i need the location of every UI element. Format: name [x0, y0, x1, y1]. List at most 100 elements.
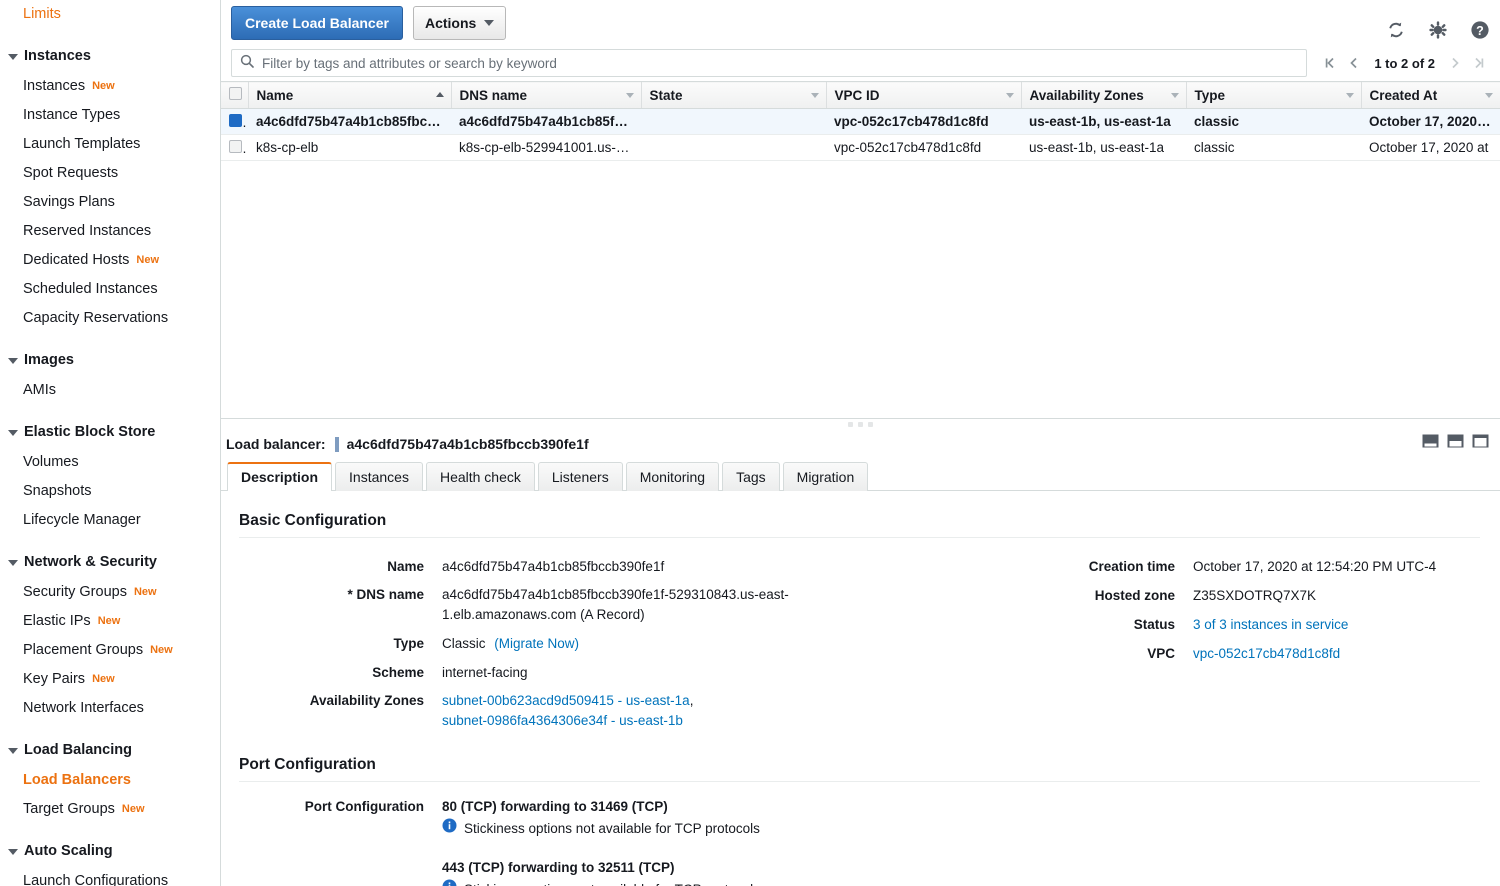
help-icon[interactable]: ?	[1470, 20, 1490, 45]
load-balancer-table: Name DNS name State VPC ID Availability Zone…	[221, 81, 1500, 161]
refresh-icon[interactable]	[1386, 20, 1406, 45]
sidebar-item-key-pairs[interactable]: Key Pairs New	[0, 665, 220, 694]
sidebar-item-dedicated-hosts[interactable]: Dedicated Hosts New	[0, 246, 220, 275]
vpc-link[interactable]: vpc-052c17cb478d1c8fd	[1193, 646, 1340, 661]
panel-splitter[interactable]	[221, 418, 1500, 430]
status-value: 3 of 3 instances in service	[1193, 610, 1436, 639]
column-header-label: Availability Zones	[1029, 87, 1144, 103]
sidebar-item-savings-plans[interactable]: Savings Plans	[0, 188, 220, 217]
column-header-state[interactable]: State	[640, 81, 826, 109]
tab-tags[interactable]: Tags	[722, 462, 780, 491]
prev-page-icon[interactable]	[1345, 56, 1363, 70]
availability-zones-key: Availability Zones	[309, 693, 424, 708]
column-header-vpc-id[interactable]: VPC ID	[825, 81, 1021, 109]
port-configuration-title: Port Configuration	[239, 756, 376, 773]
layout-bottom-large-icon[interactable]	[1472, 434, 1489, 453]
cell-dns-name: k8s-cp-elb-529941001.us-ea…	[451, 134, 641, 161]
sidebar-group-auto-scaling[interactable]: Auto Scaling	[0, 836, 220, 867]
row-checkbox[interactable]	[229, 113, 242, 127]
subnet-link-2[interactable]: subnet-0986fa4364306e34f - us-east-1b	[442, 713, 683, 728]
table-row[interactable]: a4c6dfd75b47a4b1cb85fbcc… a4c6dfd75b47a4b…	[221, 108, 1500, 135]
column-header-type[interactable]: Type	[1185, 81, 1361, 109]
sidebar-item-spot-requests[interactable]: Spot Requests	[0, 159, 220, 188]
actions-button[interactable]: Actions	[412, 5, 507, 40]
sidebar: Limits Instances Instances New Instance Typ…	[0, 0, 221, 886]
info-icon	[442, 818, 457, 840]
sidebar-item-label: Reserved Instances	[23, 223, 152, 239]
table-row[interactable]: k8s-cp-elb k8s-cp-elb-529941001.us-ea… vpc…	[221, 134, 1500, 161]
detail-header-marker	[334, 436, 339, 452]
type-text: Classic	[442, 636, 486, 651]
subnet-link-1[interactable]: subnet-00b623acd9d509415 - us-east-1a	[442, 693, 690, 708]
table-header-row: Name DNS name State VPC ID Availability Zone…	[221, 81, 1500, 109]
column-header-label: Created At	[1369, 87, 1438, 103]
sidebar-item-snapshots[interactable]: Snapshots	[0, 477, 220, 506]
status-link[interactable]: 3 of 3 instances in service	[1193, 617, 1348, 632]
sidebar-group-load-balancing[interactable]: Load Balancing	[0, 735, 220, 766]
last-page-icon[interactable]	[1470, 56, 1488, 70]
tab-description[interactable]: Description	[227, 462, 333, 491]
cell-name: k8s-cp-elb	[248, 134, 451, 161]
select-all-header[interactable]	[221, 81, 248, 109]
sidebar-group-elastic-block-store[interactable]: Elastic Block Store	[0, 417, 220, 448]
sidebar-item-placement-groups[interactable]: Placement Groups New	[0, 636, 220, 665]
tab-instances[interactable]: Instances	[335, 462, 423, 491]
name-value: a4c6dfd75b47a4b1cb85fbccb390fe1f	[442, 559, 665, 574]
tab-migration[interactable]: Migration	[782, 462, 869, 491]
az-comma: ,	[689, 693, 694, 708]
gear-icon[interactable]	[1428, 20, 1448, 45]
first-page-icon[interactable]	[1321, 56, 1339, 70]
sidebar-item-lifecycle-manager[interactable]: Lifecycle Manager	[0, 506, 220, 535]
sidebar-item-elastic-ips[interactable]: Elastic IPs New	[0, 607, 220, 636]
sidebar-item-volumes[interactable]: Volumes	[0, 448, 220, 477]
grip-dot-icon	[868, 422, 873, 427]
cell-availability-zones: us-east-1b, us-east-1a	[1021, 108, 1186, 135]
sidebar-item-amis[interactable]: AMIs	[0, 376, 220, 405]
sidebar-item-launch-templates[interactable]: Launch Templates	[0, 130, 220, 159]
sort-ascending-icon	[435, 92, 444, 97]
column-header-name[interactable]: Name	[247, 81, 451, 109]
select-all-checkbox[interactable]	[229, 87, 242, 100]
sidebar-item-instance-types[interactable]: Instance Types	[0, 101, 220, 130]
column-header-created-at[interactable]: Created At	[1360, 81, 1500, 109]
search-input[interactable]: Filter by tags and attributes or search …	[231, 49, 1308, 77]
create-load-balancer-button[interactable]: Create Load Balancer	[231, 5, 403, 40]
sidebar-item-launch-configurations[interactable]: Launch Configurations	[0, 867, 220, 886]
caret-down-icon	[8, 848, 18, 855]
sidebar-item-target-groups[interactable]: Target Groups New	[0, 795, 220, 824]
sidebar-item-reserved-instances[interactable]: Reserved Instances	[0, 217, 220, 246]
sidebar-item-load-balancers[interactable]: Load Balancers	[0, 766, 220, 795]
sidebar-item-security-groups[interactable]: Security Groups New	[0, 578, 220, 607]
sidebar-item-capacity-reservations[interactable]: Capacity Reservations	[0, 304, 220, 333]
sidebar-item-scheduled-instances[interactable]: Scheduled Instances	[0, 275, 220, 304]
column-header-availability-zones[interactable]: Availability Zones	[1020, 81, 1186, 109]
sidebar-group-label: Network & Security	[24, 554, 157, 570]
migrate-now-link[interactable]: (Migrate Now)	[494, 636, 579, 651]
tab-health-check[interactable]: Health check	[425, 462, 535, 491]
sidebar-item-label: Volumes	[23, 454, 79, 470]
sidebar-item-network-interfaces[interactable]: Network Interfaces	[0, 694, 220, 723]
stickiness-note-text: Stickiness options not available for TCP…	[464, 821, 760, 836]
cell-type: classic	[1186, 134, 1361, 161]
basic-config-right-keys: Creation time Hosted zone Status VPC	[1075, 552, 1175, 735]
sidebar-group-images[interactable]: Images	[0, 345, 220, 376]
row-select-cell[interactable]	[221, 134, 248, 161]
sidebar-item-instances[interactable]: Instances New	[0, 72, 220, 101]
detail-header-label: Load balancer:	[226, 436, 326, 452]
sidebar-item-label: AMIs	[23, 382, 57, 398]
layout-bottom-small-icon[interactable]	[1422, 434, 1439, 453]
sidebar-group-network-security[interactable]: Network & Security	[0, 547, 220, 578]
row-select-cell[interactable]	[221, 108, 248, 135]
sidebar-group-instances[interactable]: Instances	[0, 41, 220, 72]
tab-listeners[interactable]: Listeners	[537, 462, 623, 491]
row-checkbox[interactable]	[229, 139, 242, 153]
tab-monitoring[interactable]: Monitoring	[625, 462, 720, 491]
layout-bottom-medium-icon[interactable]	[1447, 434, 1464, 453]
next-page-icon[interactable]	[1446, 56, 1464, 70]
sidebar-item-limits[interactable]: Limits	[0, 0, 220, 29]
sidebar-item-label: Scheduled Instances	[23, 281, 158, 297]
column-header-dns-name[interactable]: DNS name	[450, 81, 641, 109]
svg-text:?: ?	[1476, 24, 1484, 38]
